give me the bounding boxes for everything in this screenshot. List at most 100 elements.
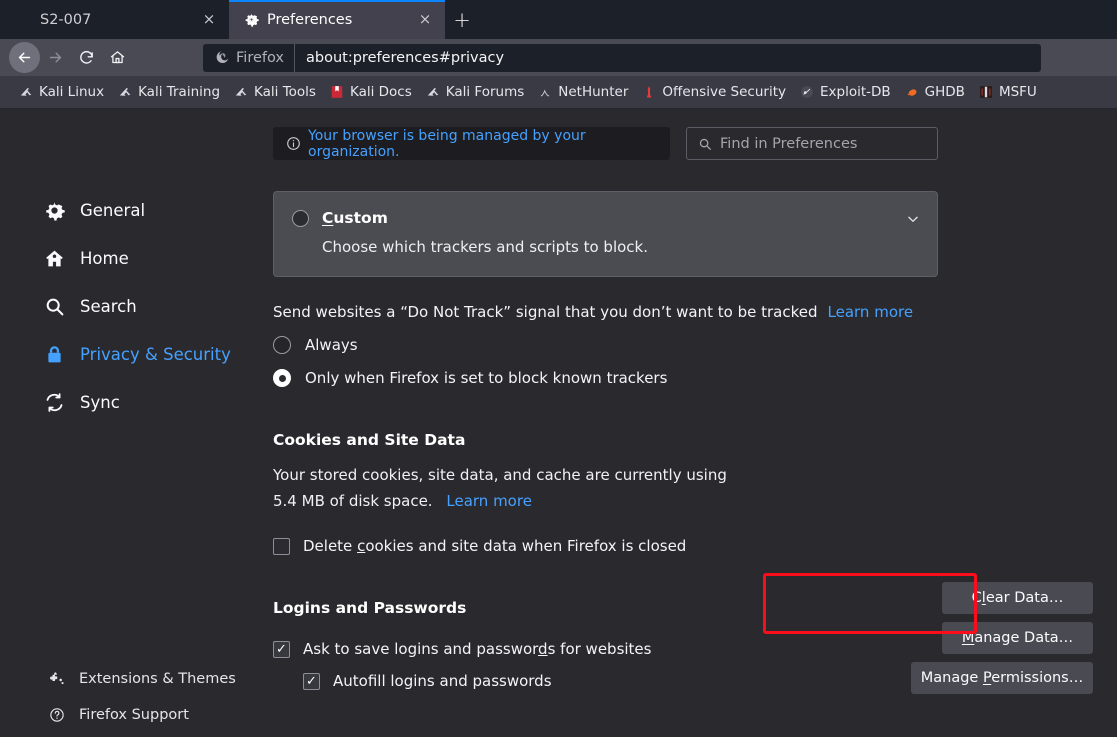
find-input-placeholder: Find in Preferences	[720, 135, 858, 152]
browser-tab-s2-007[interactable]: S2-007 ×	[2, 0, 229, 39]
main-top-row: Your browser is being managed by your or…	[247, 127, 1117, 160]
cookies-description: Your stored cookies, site data, and cach…	[273, 462, 733, 514]
bookmark-ghdb[interactable]: GHDB	[898, 81, 971, 103]
sidebar-item-firefox-support[interactable]: Firefox Support	[0, 697, 247, 733]
cookies-learn-more-link[interactable]: Learn more	[446, 492, 532, 510]
tab-favicon	[16, 12, 32, 28]
find-in-preferences-input[interactable]: Find in Preferences	[686, 127, 938, 160]
dnt-option-label: Only when Firefox is set to block known …	[305, 369, 668, 387]
sidebar-item-privacy-security[interactable]: Privacy & Security	[0, 330, 247, 378]
bookmark-label: Offensive Security	[662, 84, 786, 100]
tracking-protection-custom-panel[interactable]: Custom Choose which trackers and scripts…	[273, 191, 938, 277]
sidebar-item-label: Extensions & Themes	[79, 671, 236, 687]
msfu-icon	[978, 84, 994, 100]
delete-cookies-checkbox[interactable]	[273, 537, 290, 555]
bookmark-label: Exploit-DB	[820, 84, 891, 100]
sidebar-item-general[interactable]: General	[0, 186, 247, 234]
home-button[interactable]	[102, 42, 133, 73]
section-title: Cookies and Site Data	[273, 431, 466, 449]
kali-dragon-icon	[117, 84, 133, 100]
new-tab-button[interactable]: +	[445, 3, 479, 36]
bookmark-nethunter[interactable]: NetHunter	[531, 81, 634, 103]
gear-icon	[243, 12, 259, 28]
forward-button[interactable]	[40, 42, 71, 73]
urlbar-container: Firefox about:preferences#privacy	[133, 43, 1111, 72]
question-circle-icon	[48, 707, 65, 724]
bookmark-msfu[interactable]: MSFU	[972, 81, 1043, 103]
puzzle-icon	[48, 671, 65, 688]
bookmark-label: Kali Forums	[445, 84, 525, 100]
managed-notice: Your browser is being managed by your or…	[273, 127, 670, 160]
ghdb-icon	[904, 84, 920, 100]
custom-radio[interactable]	[292, 209, 309, 227]
cookies-and-site-data-section: Cookies and Site Data Your stored cookie…	[273, 431, 1093, 555]
search-icon	[44, 296, 65, 317]
kali-dragon-icon	[18, 84, 34, 100]
dnt-radio-only-when-blocking[interactable]	[273, 369, 291, 387]
preferences-sidebar: General Home Search Privacy & Security S…	[0, 109, 247, 737]
preferences-main: Your browser is being managed by your or…	[247, 109, 1117, 737]
kali-docs-icon	[329, 84, 345, 100]
do-not-track-description: Send websites a “Do Not Track” signal th…	[273, 303, 1093, 321]
lock-icon	[44, 344, 65, 365]
kali-dragon-icon	[425, 84, 441, 100]
bookmark-kali-training[interactable]: Kali Training	[111, 81, 226, 103]
clear-data-button[interactable]: Clear Data…	[942, 582, 1093, 614]
checkbox-label: Delete cookies and site data when Firefo…	[303, 537, 687, 555]
bookmark-kali-docs[interactable]: Kali Docs	[323, 81, 418, 103]
navigation-toolbar: Firefox about:preferences#privacy	[0, 39, 1117, 76]
kali-dragon-icon	[233, 84, 249, 100]
dnt-option-only-when-blocking[interactable]: Only when Firefox is set to block known …	[273, 369, 1093, 387]
ask-to-save-logins-checkbox[interactable]: ✓	[273, 640, 290, 658]
dnt-option-label: Always	[305, 336, 358, 354]
dnt-option-always[interactable]: Always	[273, 336, 1093, 354]
sidebar-item-label: General	[80, 200, 146, 220]
tab-title: Preferences	[267, 11, 353, 28]
url-text[interactable]: about:preferences#privacy	[295, 50, 504, 66]
address-bar[interactable]: Firefox about:preferences#privacy	[203, 43, 1041, 72]
dnt-radio-always[interactable]	[273, 336, 291, 354]
bookmarks-toolbar: Kali Linux Kali Training Kali Tools Kali…	[0, 76, 1117, 109]
sidebar-item-label: Privacy & Security	[80, 344, 231, 364]
bookmark-offensive-security[interactable]: Offensive Security	[635, 81, 792, 103]
bookmark-kali-tools[interactable]: Kali Tools	[227, 81, 322, 103]
sidebar-item-extensions-themes[interactable]: Extensions & Themes	[0, 661, 247, 697]
sidebar-item-search[interactable]: Search	[0, 282, 247, 330]
bookmark-label: NetHunter	[558, 84, 629, 100]
delete-cookies-on-close-row[interactable]: Delete cookies and site data when Firefo…	[273, 537, 1093, 555]
back-button[interactable]	[9, 42, 40, 73]
firefox-logo-icon	[215, 50, 230, 65]
sidebar-item-sync[interactable]: Sync	[0, 378, 247, 426]
browser-tab-preferences[interactable]: Preferences ×	[229, 0, 445, 39]
tab-title: S2-007	[40, 11, 92, 28]
home-icon	[44, 248, 65, 269]
sidebar-item-label: Sync	[80, 392, 120, 412]
tab-strip: S2-007 × Preferences × +	[0, 0, 1117, 39]
checkbox-label: Ask to save logins and passwords for web…	[303, 640, 652, 658]
bookmark-kali-forums[interactable]: Kali Forums	[419, 81, 531, 103]
gear-icon	[44, 200, 65, 221]
dnt-learn-more-link[interactable]: Learn more	[828, 303, 914, 321]
identity-box[interactable]: Firefox	[203, 43, 295, 72]
chevron-down-icon[interactable]	[906, 211, 920, 230]
manage-data-button[interactable]: Manage Data…	[942, 622, 1093, 654]
nethunter-icon	[537, 84, 553, 100]
cookies-buttons-group: Clear Data… Manage Data… Manage Permissi…	[911, 582, 1093, 694]
close-icon[interactable]: ×	[199, 10, 219, 30]
sidebar-item-label: Home	[80, 248, 129, 268]
search-icon	[698, 137, 712, 151]
bookmark-exploit-db[interactable]: Exploit-DB	[793, 81, 897, 103]
checkbox-label: Autofill logins and passwords	[333, 672, 552, 690]
custom-option-label: Custom	[322, 209, 388, 227]
bookmark-label: MSFU	[998, 84, 1037, 100]
info-icon	[286, 136, 301, 151]
identity-label: Firefox	[236, 49, 284, 66]
autofill-logins-checkbox[interactable]: ✓	[303, 672, 320, 690]
manage-permissions-button[interactable]: Manage Permissions…	[911, 662, 1093, 694]
close-icon[interactable]: ×	[415, 10, 435, 30]
bookmark-kali-linux[interactable]: Kali Linux	[12, 81, 110, 103]
exploitdb-icon	[799, 84, 815, 100]
sidebar-item-home[interactable]: Home	[0, 234, 247, 282]
reload-button[interactable]	[71, 42, 102, 73]
custom-option-header: Custom	[292, 209, 919, 227]
